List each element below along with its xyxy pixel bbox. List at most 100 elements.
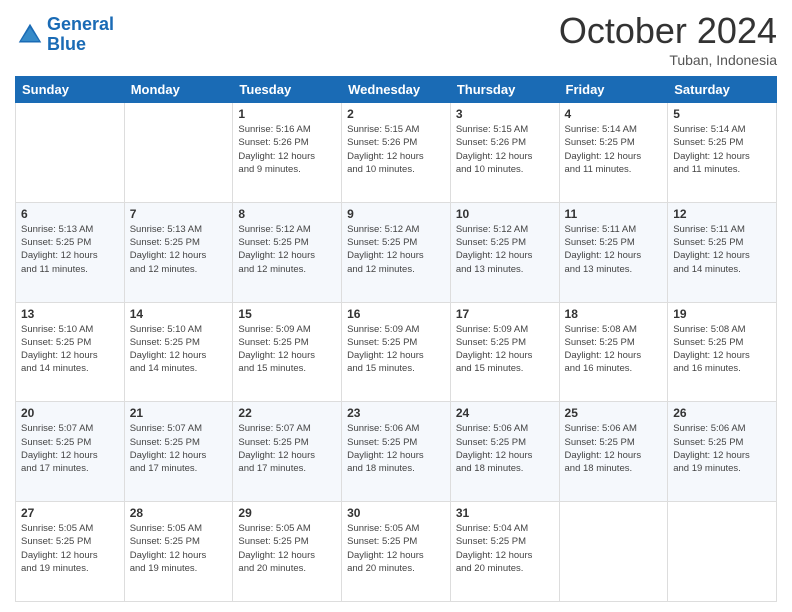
calendar-cell: 13 Sunrise: 5:10 AM Sunset: 5:25 PM Dayli… (16, 302, 125, 402)
page: General Blue October 2024 Tuban, Indones… (0, 0, 792, 612)
calendar-cell: 19Sunrise: 5:08 AM Sunset: 5:25 PM Dayli… (668, 302, 777, 402)
day-number: 9 (347, 207, 445, 221)
calendar-cell: 26Sunrise: 5:06 AM Sunset: 5:25 PM Dayli… (668, 402, 777, 502)
day-number: 13 (21, 307, 119, 321)
calendar-cell: 31Sunrise: 5:04 AM Sunset: 5:25 PM Dayli… (450, 502, 559, 602)
day-info: Sunrise: 5:16 AM Sunset: 5:26 PM Dayligh… (238, 123, 336, 176)
day-number: 20 (21, 406, 119, 420)
day-number: 23 (347, 406, 445, 420)
day-number: 21 (130, 406, 228, 420)
day-info: Sunrise: 5:09 AM Sunset: 5:25 PM Dayligh… (347, 323, 445, 376)
calendar-col-tuesday: Tuesday (233, 77, 342, 103)
day-number: 1 (238, 107, 336, 121)
day-info: Sunrise: 5:14 AM Sunset: 5:25 PM Dayligh… (673, 123, 771, 176)
calendar-cell (559, 502, 668, 602)
day-info: Sunrise: 5:04 AM Sunset: 5:25 PM Dayligh… (456, 522, 554, 575)
calendar-week-2: 6 Sunrise: 5:13 AM Sunset: 5:25 PM Daylig… (16, 202, 777, 302)
calendar-cell: 27 Sunrise: 5:05 AM Sunset: 5:25 PM Dayli… (16, 502, 125, 602)
logo-icon (15, 20, 45, 50)
logo: General Blue (15, 15, 114, 55)
day-info: Sunrise: 5:11 AM Sunset: 5:25 PM Dayligh… (673, 223, 771, 276)
day-number: 27 (21, 506, 119, 520)
day-info: Sunrise: 5:13 AM Sunset: 5:25 PM Dayligh… (21, 223, 119, 276)
day-info: Sunrise: 5:09 AM Sunset: 5:25 PM Dayligh… (456, 323, 554, 376)
calendar-week-1: 1 Sunrise: 5:16 AM Sunset: 5:26 PM Daylig… (16, 103, 777, 203)
day-info: Sunrise: 5:10 AM Sunset: 5:25 PM Dayligh… (21, 323, 119, 376)
calendar-cell: 6 Sunrise: 5:13 AM Sunset: 5:25 PM Daylig… (16, 202, 125, 302)
day-info: Sunrise: 5:05 AM Sunset: 5:25 PM Dayligh… (21, 522, 119, 575)
calendar-week-5: 27 Sunrise: 5:05 AM Sunset: 5:25 PM Dayli… (16, 502, 777, 602)
calendar-cell: 29Sunrise: 5:05 AM Sunset: 5:25 PM Dayli… (233, 502, 342, 602)
day-info: Sunrise: 5:09 AM Sunset: 5:25 PM Dayligh… (238, 323, 336, 376)
calendar-cell: 3Sunrise: 5:15 AM Sunset: 5:26 PM Daylig… (450, 103, 559, 203)
day-number: 18 (565, 307, 663, 321)
day-number: 30 (347, 506, 445, 520)
month-title: October 2024 (559, 10, 777, 52)
day-info: Sunrise: 5:07 AM Sunset: 5:25 PM Dayligh… (238, 422, 336, 475)
day-number: 5 (673, 107, 771, 121)
day-number: 25 (565, 406, 663, 420)
calendar-cell: 17Sunrise: 5:09 AM Sunset: 5:25 PM Dayli… (450, 302, 559, 402)
calendar-cell: 5 Sunrise: 5:14 AM Sunset: 5:25 PM Daylig… (668, 103, 777, 203)
day-info: Sunrise: 5:12 AM Sunset: 5:25 PM Dayligh… (238, 223, 336, 276)
calendar-cell: 28Sunrise: 5:05 AM Sunset: 5:25 PM Dayli… (124, 502, 233, 602)
calendar-cell: 12 Sunrise: 5:11 AM Sunset: 5:25 PM Dayli… (668, 202, 777, 302)
day-number: 28 (130, 506, 228, 520)
calendar-cell: 1 Sunrise: 5:16 AM Sunset: 5:26 PM Daylig… (233, 103, 342, 203)
day-info: Sunrise: 5:15 AM Sunset: 5:26 PM Dayligh… (347, 123, 445, 176)
day-info: Sunrise: 5:07 AM Sunset: 5:25 PM Dayligh… (130, 422, 228, 475)
calendar-col-wednesday: Wednesday (342, 77, 451, 103)
day-info: Sunrise: 5:05 AM Sunset: 5:25 PM Dayligh… (347, 522, 445, 575)
day-info: Sunrise: 5:14 AM Sunset: 5:25 PM Dayligh… (565, 123, 663, 176)
calendar-table: SundayMondayTuesdayWednesdayThursdayFrid… (15, 76, 777, 602)
day-number: 24 (456, 406, 554, 420)
day-number: 15 (238, 307, 336, 321)
calendar-cell (16, 103, 125, 203)
day-info: Sunrise: 5:06 AM Sunset: 5:25 PM Dayligh… (347, 422, 445, 475)
day-info: Sunrise: 5:07 AM Sunset: 5:25 PM Dayligh… (21, 422, 119, 475)
calendar-cell: 14Sunrise: 5:10 AM Sunset: 5:25 PM Dayli… (124, 302, 233, 402)
calendar-cell: 9 Sunrise: 5:12 AM Sunset: 5:25 PM Daylig… (342, 202, 451, 302)
calendar-week-3: 13 Sunrise: 5:10 AM Sunset: 5:25 PM Dayli… (16, 302, 777, 402)
calendar-cell: 30 Sunrise: 5:05 AM Sunset: 5:25 PM Dayli… (342, 502, 451, 602)
day-number: 2 (347, 107, 445, 121)
day-info: Sunrise: 5:06 AM Sunset: 5:25 PM Dayligh… (565, 422, 663, 475)
calendar-cell (668, 502, 777, 602)
calendar-col-friday: Friday (559, 77, 668, 103)
calendar-cell: 7Sunrise: 5:13 AM Sunset: 5:25 PM Daylig… (124, 202, 233, 302)
day-number: 16 (347, 307, 445, 321)
calendar-cell: 2 Sunrise: 5:15 AM Sunset: 5:26 PM Daylig… (342, 103, 451, 203)
calendar-cell: 18 Sunrise: 5:08 AM Sunset: 5:25 PM Dayli… (559, 302, 668, 402)
calendar-cell: 10Sunrise: 5:12 AM Sunset: 5:25 PM Dayli… (450, 202, 559, 302)
logo-text: General Blue (47, 15, 114, 55)
calendar-cell: 8 Sunrise: 5:12 AM Sunset: 5:25 PM Daylig… (233, 202, 342, 302)
day-number: 8 (238, 207, 336, 221)
calendar-col-monday: Monday (124, 77, 233, 103)
calendar-cell: 11Sunrise: 5:11 AM Sunset: 5:25 PM Dayli… (559, 202, 668, 302)
logo-line2: Blue (47, 34, 86, 54)
calendar-cell: 15 Sunrise: 5:09 AM Sunset: 5:25 PM Dayli… (233, 302, 342, 402)
calendar-cell (124, 103, 233, 203)
calendar-cell: 21 Sunrise: 5:07 AM Sunset: 5:25 PM Dayli… (124, 402, 233, 502)
day-number: 6 (21, 207, 119, 221)
day-info: Sunrise: 5:13 AM Sunset: 5:25 PM Dayligh… (130, 223, 228, 276)
calendar-col-sunday: Sunday (16, 77, 125, 103)
header: General Blue October 2024 Tuban, Indones… (15, 10, 777, 68)
calendar-cell: 25 Sunrise: 5:06 AM Sunset: 5:25 PM Dayli… (559, 402, 668, 502)
day-info: Sunrise: 5:10 AM Sunset: 5:25 PM Dayligh… (130, 323, 228, 376)
calendar-cell: 22Sunrise: 5:07 AM Sunset: 5:25 PM Dayli… (233, 402, 342, 502)
day-number: 12 (673, 207, 771, 221)
day-info: Sunrise: 5:11 AM Sunset: 5:25 PM Dayligh… (565, 223, 663, 276)
day-info: Sunrise: 5:08 AM Sunset: 5:25 PM Dayligh… (565, 323, 663, 376)
day-info: Sunrise: 5:12 AM Sunset: 5:25 PM Dayligh… (347, 223, 445, 276)
day-number: 4 (565, 107, 663, 121)
day-number: 29 (238, 506, 336, 520)
calendar-header-row: SundayMondayTuesdayWednesdayThursdayFrid… (16, 77, 777, 103)
logo-line1: General (47, 14, 114, 34)
day-number: 26 (673, 406, 771, 420)
location: Tuban, Indonesia (559, 52, 777, 68)
calendar-cell: 4 Sunrise: 5:14 AM Sunset: 5:25 PM Daylig… (559, 103, 668, 203)
day-number: 19 (673, 307, 771, 321)
calendar-cell: 24Sunrise: 5:06 AM Sunset: 5:25 PM Dayli… (450, 402, 559, 502)
title-area: October 2024 Tuban, Indonesia (559, 10, 777, 68)
